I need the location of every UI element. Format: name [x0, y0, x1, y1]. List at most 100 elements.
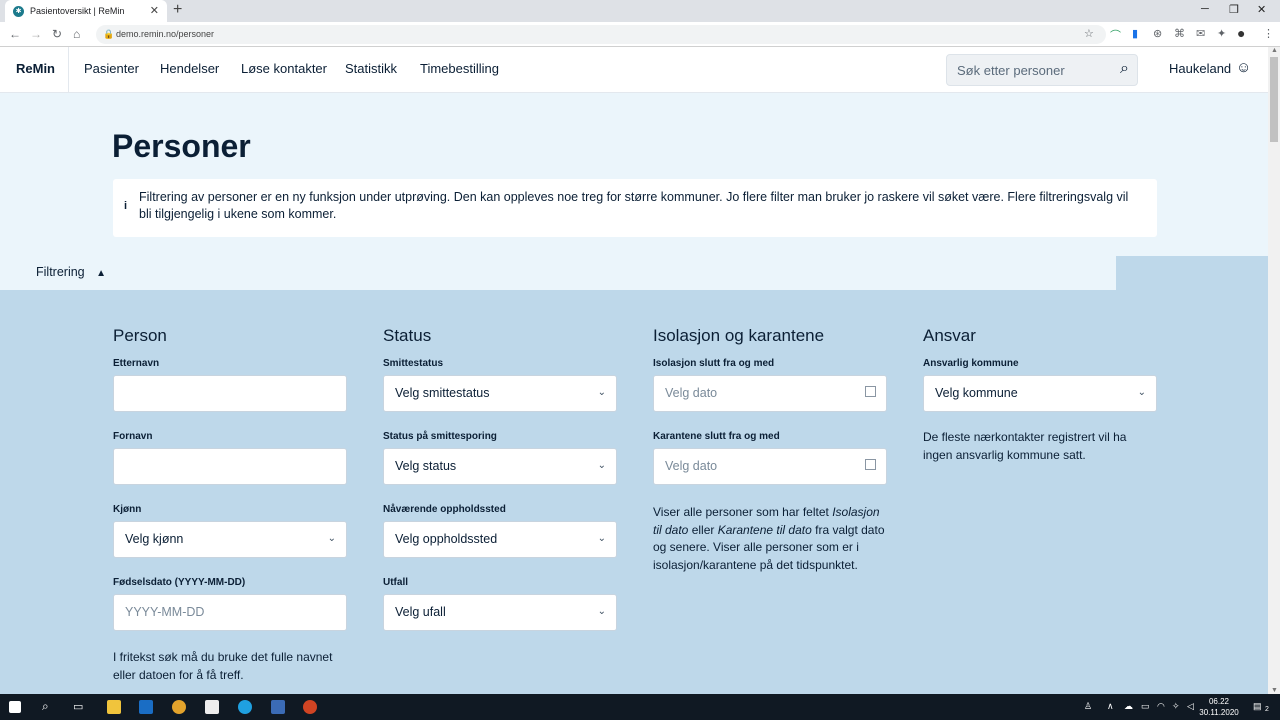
calendar-icon[interactable]: [865, 459, 876, 470]
file-explorer-icon[interactable]: [107, 700, 121, 714]
kommune-select[interactable]: Velg kommune ⌄: [923, 375, 1157, 412]
extension-icon[interactable]: ▮: [1132, 27, 1138, 40]
smittestatus-select[interactable]: Velg smittestatus ⌄: [383, 375, 617, 412]
user-name[interactable]: Haukeland: [1169, 61, 1231, 76]
nav-lose-kontakter[interactable]: Løse kontakter: [241, 61, 327, 76]
person-note: I fritekst søk må du bruke det fulle nav…: [113, 650, 333, 682]
isolasjon-date-input[interactable]: Velg dato: [653, 375, 887, 412]
smittesporing-select[interactable]: Velg status ⌄: [383, 448, 617, 485]
status-filters: Status Smittestatus Velg smittestatus ⌄ …: [383, 326, 617, 650]
url-text: demo.remin.no/personer: [116, 29, 215, 39]
isolasjon-filters: Isolasjon og karantene Isolasjon slutt f…: [653, 326, 887, 574]
kjonn-value: Velg kjønn: [125, 532, 184, 546]
home-icon[interactable]: ⌂: [73, 27, 80, 41]
user-icon[interactable]: ☺: [1236, 59, 1251, 76]
divider: [68, 47, 69, 93]
profile-avatar-icon[interactable]: ●: [1237, 25, 1245, 41]
extension-icon[interactable]: ⌒: [1110, 27, 1121, 43]
chevron-down-icon: ⌄: [597, 460, 606, 471]
notifications-icon[interactable]: ▤: [1253, 701, 1262, 712]
brand-logo[interactable]: ReMin: [16, 61, 55, 76]
tray-chevron-icon[interactable]: ∧: [1107, 701, 1114, 712]
window-close-button[interactable]: ✕: [1257, 3, 1266, 16]
utfall-select[interactable]: Velg ufall ⌄: [383, 594, 617, 631]
chevron-down-icon: ⌄: [597, 533, 606, 544]
forward-icon[interactable]: →: [30, 27, 42, 41]
karantene-date-input[interactable]: Velg dato: [653, 448, 887, 485]
fodselsdato-placeholder: YYYY-MM-DD: [125, 605, 205, 619]
nav-pasienter[interactable]: Pasienter: [84, 61, 139, 76]
oppholdssted-select[interactable]: Velg oppholdssted ⌄: [383, 521, 617, 558]
etternavn-input[interactable]: [113, 375, 347, 412]
scroll-up-icon[interactable]: ▲: [1271, 47, 1278, 54]
back-icon[interactable]: ←: [9, 27, 21, 41]
battery-icon[interactable]: ▭: [1141, 701, 1150, 712]
oppholdssted-label: Nåværende oppholdssted: [383, 504, 506, 515]
app-header: ReMin Pasienter Hendelser Løse kontakter…: [0, 47, 1268, 93]
dropbox-icon[interactable]: ✧: [1172, 701, 1180, 712]
restore-button[interactable]: ❐: [1229, 3, 1239, 16]
new-tab-button[interactable]: +: [173, 1, 182, 19]
browser-toolbar: ← → ↻ ⌂ 🔒 demo.remin.no/personer ☆ ⌒ ▮ ⊛…: [0, 22, 1280, 47]
skype-icon[interactable]: [238, 700, 252, 714]
calculator-icon[interactable]: [205, 700, 219, 714]
scrollbar-thumb[interactable]: [1270, 57, 1278, 142]
nav-hendelser[interactable]: Hendelser: [160, 61, 219, 76]
remin-favicon-icon: ✱: [13, 5, 24, 17]
task-view-icon[interactable]: ▭: [73, 700, 83, 713]
calendar-icon[interactable]: [865, 386, 876, 397]
status-heading: Status: [383, 326, 432, 345]
mail-extension-icon[interactable]: ✉: [1196, 27, 1205, 40]
fodselsdato-input[interactable]: YYYY-MM-DD: [113, 594, 347, 631]
ansvar-note: De fleste nærkontakter registrert vil ha…: [923, 430, 1127, 462]
isolasjon-heading: Isolasjon og karantene: [653, 326, 825, 345]
chevron-up-icon: ▲: [96, 268, 107, 279]
minimize-button[interactable]: ─: [1201, 3, 1209, 15]
info-banner: i Filtrering av personer er en ny funksj…: [113, 179, 1157, 237]
page-scrollbar[interactable]: ▲ ▼: [1268, 47, 1280, 694]
windows-start-icon[interactable]: [9, 701, 21, 713]
oppholdssted-value: Velg oppholdssted: [395, 532, 498, 546]
person-filters: Person Etternavn Fornavn Kjønn Velg kjøn…: [113, 326, 347, 684]
search-icon[interactable]: ⌕: [42, 699, 49, 714]
scroll-down-icon[interactable]: ▼: [1271, 687, 1278, 694]
powerpoint-icon[interactable]: [303, 700, 317, 714]
chrome-icon[interactable]: [172, 700, 186, 714]
etternavn-label: Etternavn: [113, 358, 160, 369]
nav-timebestilling[interactable]: Timebestilling: [420, 61, 499, 76]
network-icon[interactable]: ◠: [1157, 701, 1165, 712]
filter-toggle[interactable]: Filtrering ▲: [0, 256, 1116, 290]
extension-icon[interactable]: ⌘: [1174, 27, 1185, 40]
system-clock[interactable]: 06.22 30.11.2020: [1197, 696, 1241, 718]
kjonn-select[interactable]: Velg kjønn ⌄: [113, 521, 347, 558]
lock-icon: 🔒: [103, 29, 115, 39]
people-icon[interactable]: ♙: [1084, 701, 1092, 712]
smittesporing-label: Status på smittesporing: [383, 431, 497, 442]
info-text: Filtrering av personer er en ny funksjon…: [139, 190, 1129, 221]
ansvar-heading: Ansvar: [923, 326, 976, 345]
tray-app-icon[interactable]: ☁: [1124, 701, 1133, 712]
browser-tab[interactable]: ✱ Pasientoversikt | ReMin ✕: [5, 0, 167, 22]
tab-title: Pasientoversikt | ReMin: [30, 6, 125, 16]
search-placeholder: Søk etter personer: [957, 63, 1065, 78]
bookmark-star-icon[interactable]: ☆: [1084, 27, 1094, 40]
search-input[interactable]: Søk etter personer ⌕: [946, 54, 1138, 86]
isolasjon-note: Viser alle personer som har feltet Isola…: [653, 505, 885, 572]
volume-icon[interactable]: ◁: [1187, 701, 1194, 712]
chevron-down-icon: ⌄: [1137, 387, 1146, 398]
karantene-label: Karantene slutt fra og med: [653, 431, 780, 442]
nav-statistikk[interactable]: Statistikk: [345, 61, 397, 76]
fornavn-input[interactable]: [113, 448, 347, 485]
tab-close-icon[interactable]: ✕: [150, 4, 159, 17]
outlook-icon[interactable]: [139, 700, 153, 714]
search-icon[interactable]: ⌕: [1120, 60, 1129, 78]
smittestatus-value: Velg smittestatus: [395, 386, 490, 400]
extension-icon[interactable]: ⊛: [1153, 27, 1162, 40]
address-bar[interactable]: 🔒 demo.remin.no/personer: [96, 25, 1106, 44]
reload-icon[interactable]: ↻: [52, 27, 62, 41]
puzzle-extension-icon[interactable]: ✦: [1217, 27, 1226, 40]
menu-dots-icon[interactable]: ⋮: [1263, 27, 1274, 40]
karantene-placeholder: Velg dato: [665, 459, 718, 473]
utfall-label: Utfall: [383, 577, 408, 588]
app-icon[interactable]: [271, 700, 285, 714]
